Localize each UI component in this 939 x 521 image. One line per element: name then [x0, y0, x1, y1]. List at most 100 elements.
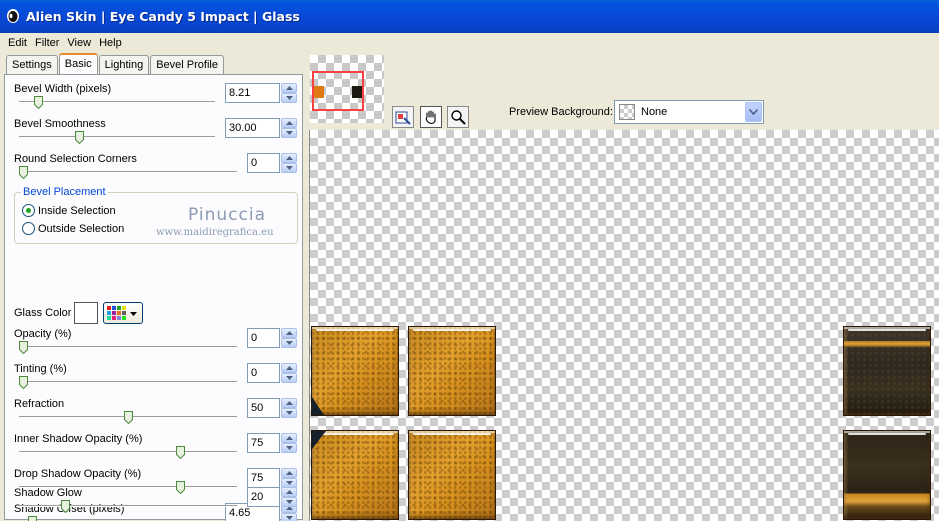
round-corners-track[interactable]	[19, 171, 237, 173]
spin-up-icon[interactable]	[281, 118, 297, 128]
bevel-smoothness-slider[interactable]	[75, 131, 85, 144]
bevel-width-slider[interactable]	[33, 96, 43, 109]
color-picker-button[interactable]	[103, 302, 143, 324]
refraction-spinner[interactable]: 50	[247, 398, 297, 418]
shadow-glow-slider[interactable]	[60, 500, 70, 513]
tinting-input[interactable]: 0	[247, 363, 280, 383]
round-corners-spinner[interactable]: 0	[247, 153, 297, 173]
tab-bevel-profile[interactable]: Bevel Profile	[150, 55, 224, 74]
refraction-label: Refraction	[14, 398, 65, 410]
bevel-width-label: Bevel Width (pixels)	[14, 83, 112, 95]
radio-checked-icon[interactable]	[22, 204, 35, 217]
watermark-site: www.maidiregrafica.eu	[156, 227, 274, 238]
spin-up-icon[interactable]	[281, 433, 297, 443]
inner-shadow-opacity-input[interactable]: 75	[247, 433, 280, 453]
preview-background-select[interactable]: None	[614, 100, 764, 124]
radio-inside-label: Inside Selection	[38, 204, 116, 217]
spin-down-icon[interactable]	[281, 163, 297, 173]
drop-shadow-opacity-spinner[interactable]: 75	[247, 468, 297, 488]
bevel-smoothness-spinner[interactable]: 30.00	[225, 118, 297, 138]
spin-down-icon[interactable]	[281, 513, 297, 521]
drop-shadow-opacity-slider[interactable]	[175, 481, 185, 494]
inner-shadow-opacity-slider[interactable]	[175, 446, 185, 459]
inner-shadow-opacity-spinner[interactable]: 75	[247, 433, 297, 453]
spin-down-icon[interactable]	[281, 497, 297, 507]
refraction-input[interactable]: 50	[247, 398, 280, 418]
bevel-smoothness-track[interactable]	[19, 136, 215, 138]
tinting-label: Tinting (%)	[14, 363, 67, 375]
tinting-slider[interactable]	[19, 376, 28, 389]
tinting-spinner[interactable]: 0	[247, 363, 297, 383]
spin-down-icon[interactable]	[281, 373, 297, 383]
radio-outside-label: Outside Selection	[38, 222, 125, 235]
radio-outside-selection[interactable]: Outside Selection	[22, 222, 124, 235]
spin-down-icon[interactable]	[281, 338, 297, 348]
glass-color-swatch[interactable]	[74, 302, 98, 324]
preview-canvas[interactable]	[309, 130, 939, 521]
shadow-glow-track[interactable]	[19, 505, 237, 507]
spin-up-icon[interactable]	[281, 153, 297, 163]
bevel-width-spinner[interactable]: 8.21	[225, 83, 297, 103]
menu-bar: Edit Filter View Help	[0, 33, 939, 52]
spin-down-icon[interactable]	[281, 443, 297, 453]
tab-lighting[interactable]: Lighting	[98, 55, 150, 74]
radio-unchecked-icon[interactable]	[22, 222, 35, 235]
preview-background-label: Preview Background:	[509, 106, 613, 118]
shadow-offset-slider[interactable]	[28, 516, 38, 521]
opacity-spinner[interactable]: 0	[247, 328, 297, 348]
glass-tile-dark	[843, 430, 931, 520]
basic-tab-page: Bevel Width (pixels) 8.21 Bevel Smoothne…	[4, 74, 303, 521]
watermark-name: Pinuccia	[188, 205, 266, 225]
title-bar: Alien Skin | Eye Candy 5 Impact | Glass	[0, 0, 939, 33]
menu-filter[interactable]: Filter	[31, 37, 63, 49]
round-corners-slider[interactable]	[19, 166, 28, 179]
spin-up-icon[interactable]	[281, 398, 297, 408]
spin-up-icon[interactable]	[281, 328, 297, 338]
transparency-swatch-icon	[619, 104, 635, 120]
bevel-width-track[interactable]	[19, 101, 215, 103]
opacity-track[interactable]	[19, 346, 237, 348]
tab-basic[interactable]: Basic	[58, 53, 98, 74]
inner-shadow-opacity-track[interactable]	[19, 451, 237, 453]
spin-up-icon[interactable]	[281, 487, 297, 497]
spin-up-icon[interactable]	[281, 83, 297, 93]
window-title: Alien Skin | Eye Candy 5 Impact | Glass	[26, 9, 300, 24]
radio-inside-selection[interactable]: Inside Selection	[22, 204, 116, 217]
navigator-tile-orange	[314, 86, 324, 98]
inner-shadow-opacity-label: Inner Shadow Opacity (%)	[14, 433, 143, 445]
shadow-glow-spinner[interactable]: 20	[247, 487, 297, 507]
hand-tool-icon[interactable]	[420, 106, 442, 128]
spin-down-icon[interactable]	[281, 408, 297, 418]
bevel-smoothness-input[interactable]: 30.00	[225, 118, 280, 138]
navigator-icon[interactable]	[392, 106, 414, 128]
opacity-input[interactable]: 0	[247, 328, 280, 348]
menu-help[interactable]: Help	[95, 37, 126, 49]
glass-tile	[408, 430, 496, 520]
spin-down-icon[interactable]	[281, 128, 297, 138]
drop-shadow-opacity-input[interactable]: 75	[247, 468, 280, 488]
bevel-width-input[interactable]: 8.21	[225, 83, 280, 103]
preview-background-value: None	[641, 106, 668, 118]
spin-down-icon[interactable]	[281, 93, 297, 103]
tinting-track[interactable]	[19, 381, 237, 383]
tab-strip: Settings Basic Lighting Bevel Profile	[6, 53, 225, 74]
menu-edit[interactable]: Edit	[4, 37, 31, 49]
shadow-glow-label: Shadow Glow	[14, 487, 82, 499]
refraction-slider[interactable]	[123, 411, 133, 424]
tab-settings[interactable]: Settings	[6, 55, 58, 74]
navigator-thumbnail[interactable]	[310, 55, 384, 123]
spin-up-icon[interactable]	[281, 468, 297, 478]
menu-view[interactable]: View	[63, 37, 95, 49]
zoom-tool-icon[interactable]	[447, 106, 469, 128]
bevel-placement-legend: Bevel Placement	[21, 186, 108, 198]
spin-up-icon[interactable]	[281, 363, 297, 373]
chevron-down-icon[interactable]	[745, 102, 762, 122]
glass-tile	[408, 326, 496, 416]
round-corners-label: Round Selection Corners	[14, 153, 137, 165]
round-corners-input[interactable]: 0	[247, 153, 280, 173]
opacity-label: Opacity (%)	[14, 328, 72, 340]
opacity-slider[interactable]	[19, 341, 28, 354]
drop-shadow-opacity-label: Drop Shadow Opacity (%)	[14, 468, 142, 480]
settings-panel: Settings Basic Lighting Bevel Profile Be…	[0, 52, 305, 521]
shadow-glow-input[interactable]: 20	[247, 487, 280, 507]
